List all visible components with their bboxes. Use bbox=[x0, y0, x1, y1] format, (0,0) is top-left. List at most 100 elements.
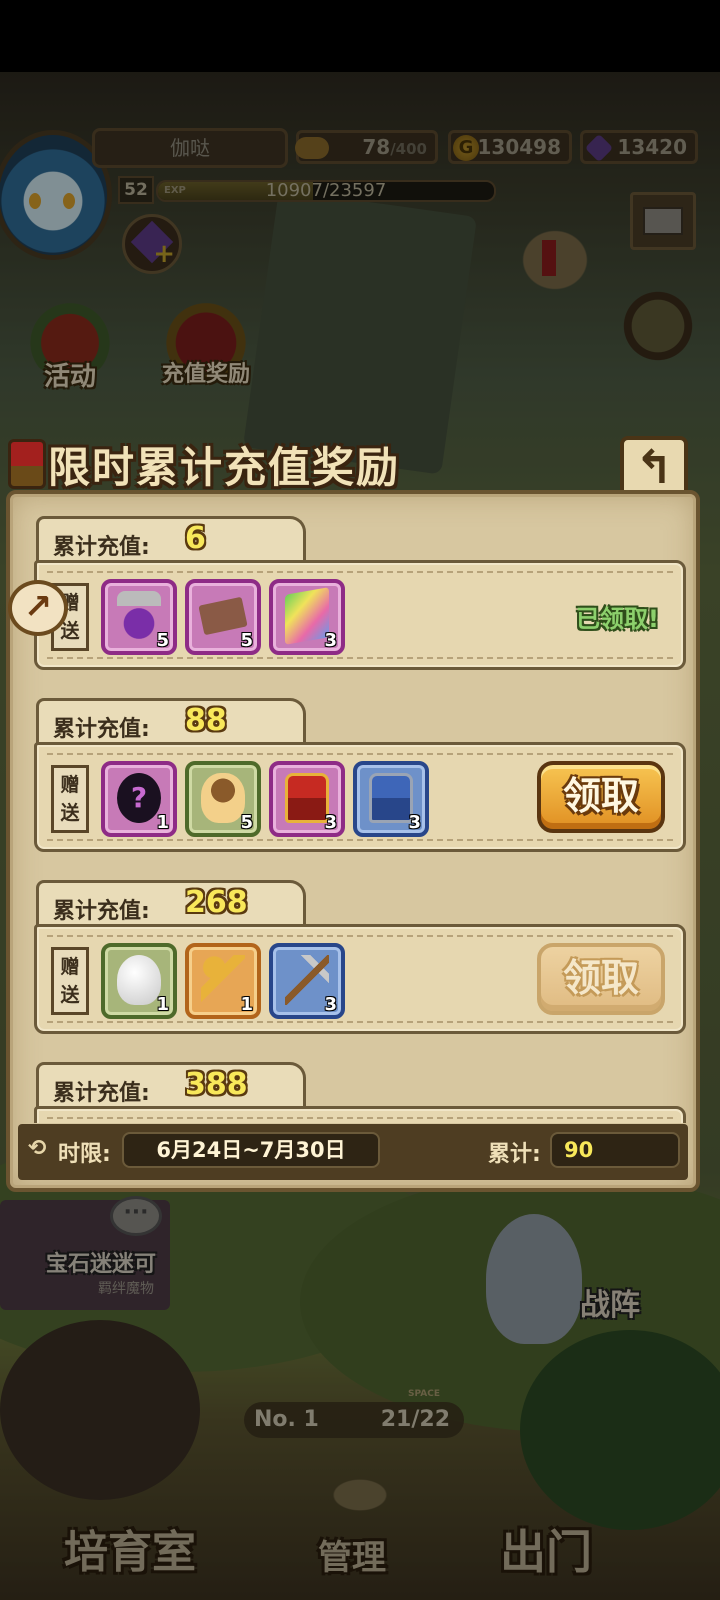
claim-button-disabled[interactable]: 领取 bbox=[537, 943, 665, 1015]
recharge-reward-label: 充值奖励 bbox=[161, 362, 250, 387]
bread-icon bbox=[295, 137, 329, 159]
white-egg-icon bbox=[117, 955, 161, 1005]
potion-icon bbox=[117, 591, 161, 641]
blue-chest-icon bbox=[369, 773, 413, 823]
rank-capacity-bar: No. 1 SPACE 21/22 bbox=[244, 1389, 464, 1438]
nest-decoration bbox=[0, 1320, 200, 1500]
nav-go-out[interactable]: 出门 bbox=[500, 1516, 592, 1582]
tier-body: 赠送 1 1 3 领取 bbox=[34, 924, 686, 1034]
exp-text: 10907/23597 bbox=[265, 180, 387, 201]
item-count: 3 bbox=[408, 812, 421, 833]
stamina-max: /400 bbox=[390, 140, 427, 158]
nav-breeding-room[interactable]: 培育室 bbox=[64, 1516, 196, 1580]
item-count: 3 bbox=[324, 812, 337, 833]
tier-row: 累计充值: 388 bbox=[26, 1062, 686, 1123]
tier-row: 累计充值: 88 赠送 ? 1 5 3 3 领取 bbox=[26, 698, 686, 866]
reward-item[interactable]: 3 bbox=[269, 579, 345, 655]
tier-tab: 累计充值: 6 bbox=[36, 516, 306, 564]
reward-item[interactable]: 3 bbox=[269, 943, 345, 1019]
gem-value: 13420 bbox=[617, 135, 687, 159]
status-bar bbox=[0, 0, 720, 72]
recharge-reward-panel: 累计充值: 6 赠送 5 5 3 已领取! 累计充值: 88 赠送 ? 1 5 … bbox=[6, 490, 700, 1192]
item-count: 1 bbox=[240, 994, 253, 1015]
tier-label: 累计充值: bbox=[53, 535, 150, 560]
tier-row: 累计充值: 268 赠送 1 1 3 领取 bbox=[26, 880, 686, 1048]
gift-label: 赠送 bbox=[51, 947, 89, 1015]
stamina-value: 78 bbox=[362, 135, 391, 159]
modal-title: 限时累计充值奖励 bbox=[48, 442, 401, 492]
total-value: 90 bbox=[550, 1132, 680, 1168]
gem-icon bbox=[584, 133, 614, 163]
tier-row: 累计充值: 6 赠送 5 5 3 已领取! bbox=[26, 516, 686, 684]
refresh-clock-icon: ⟲ bbox=[28, 1136, 47, 1161]
event-label: 活动 bbox=[43, 362, 96, 392]
tier-amount: 6 bbox=[185, 521, 206, 556]
add-gems-button[interactable]: + bbox=[122, 214, 182, 274]
quest-scroll-button[interactable] bbox=[500, 210, 610, 310]
gem-counter[interactable]: 13420 bbox=[580, 130, 698, 164]
tier-body: 赠送 ? 1 5 3 3 领取 bbox=[34, 742, 686, 852]
ghost-monster-sprite[interactable] bbox=[486, 1214, 582, 1344]
envelope-icon bbox=[643, 207, 683, 235]
player-level: 52 bbox=[118, 176, 154, 204]
reward-item[interactable]: 1 bbox=[185, 943, 261, 1019]
tier-label: 累计充值: bbox=[53, 717, 150, 742]
formation-button[interactable]: 战阵 bbox=[580, 1280, 640, 1324]
manage-keys-icon bbox=[300, 1460, 420, 1530]
item-count: 3 bbox=[324, 994, 337, 1015]
item-count: 5 bbox=[240, 630, 253, 651]
exp-bar: EXP 10907/23597 bbox=[156, 180, 496, 202]
tier-amount: 88 bbox=[185, 703, 227, 738]
red-chest-icon bbox=[8, 439, 46, 489]
reward-item[interactable]: 1 bbox=[101, 943, 177, 1019]
avatar-eye bbox=[63, 193, 75, 209]
reward-item[interactable]: 5 bbox=[101, 579, 177, 655]
gold-counter[interactable]: G 130498 bbox=[448, 130, 572, 164]
red-chest-icon bbox=[285, 773, 329, 823]
modal-footer: ⟲ 时限: 6月24日~7月30日 累计: 90 bbox=[18, 1124, 688, 1180]
tier-tab: 累计充值: 88 bbox=[36, 698, 306, 746]
chat-bubble-icon[interactable]: ··· bbox=[110, 1196, 162, 1236]
golden-key-icon bbox=[201, 955, 245, 1005]
exclamation-icon bbox=[542, 240, 556, 276]
reward-item[interactable]: 5 bbox=[185, 579, 261, 655]
avatar-eye bbox=[29, 193, 41, 209]
reward-item[interactable]: 5 bbox=[185, 761, 261, 837]
plus-icon: + bbox=[153, 239, 175, 269]
mail-button[interactable] bbox=[630, 192, 696, 250]
item-count: 3 bbox=[324, 630, 337, 651]
period-label: 时限: bbox=[58, 1142, 111, 1167]
item-count: 5 bbox=[240, 812, 253, 833]
tier-body: 赠送 5 5 3 已领取! bbox=[34, 560, 686, 670]
claim-button[interactable]: 领取 bbox=[537, 761, 665, 833]
tier-amount: 388 bbox=[185, 1067, 248, 1102]
item-count: 1 bbox=[156, 812, 169, 833]
reward-item[interactable]: 3 bbox=[269, 761, 345, 837]
nav-manage[interactable]: 管理 bbox=[318, 1530, 386, 1579]
tier-tab: 累计充值: 268 bbox=[36, 880, 306, 928]
period-value: 6月24日~7月30日 bbox=[122, 1132, 380, 1168]
total-label: 累计: bbox=[488, 1142, 541, 1167]
backpack-button[interactable] bbox=[612, 280, 704, 372]
reward-item[interactable]: 3 bbox=[353, 761, 429, 837]
rank-number: No. 1 bbox=[254, 1407, 319, 1432]
player-name: 伽哒 bbox=[92, 128, 288, 168]
pudding-egg-icon bbox=[201, 773, 245, 823]
recharge-reward-button[interactable]: 充值奖励 bbox=[146, 290, 266, 388]
item-count: 5 bbox=[156, 630, 169, 651]
tier-label: 累计充值: bbox=[53, 899, 150, 924]
share-arrow-icon[interactable]: ↗ bbox=[8, 580, 68, 636]
modal-title-bar: 限时累计充值奖励 bbox=[8, 436, 400, 492]
tier-amount: 268 bbox=[185, 885, 248, 920]
tier-body bbox=[34, 1106, 686, 1123]
tier-label: 累计充值: bbox=[53, 1081, 150, 1106]
tier-list[interactable]: 累计充值: 6 赠送 5 5 3 已领取! 累计充值: 88 赠送 ? 1 5 … bbox=[26, 508, 686, 1123]
tier-tab: 累计充值: 388 bbox=[36, 1062, 306, 1110]
gold-value: 130498 bbox=[477, 135, 562, 159]
event-button[interactable]: 活动 bbox=[12, 290, 128, 393]
mystery-monster-icon: ? bbox=[117, 773, 161, 823]
stamina-counter[interactable]: 78/400 bbox=[295, 130, 438, 164]
claimed-status: 已领取! bbox=[576, 605, 659, 633]
rainbow-book-icon bbox=[285, 587, 329, 645]
reward-item[interactable]: ? 1 bbox=[101, 761, 177, 837]
